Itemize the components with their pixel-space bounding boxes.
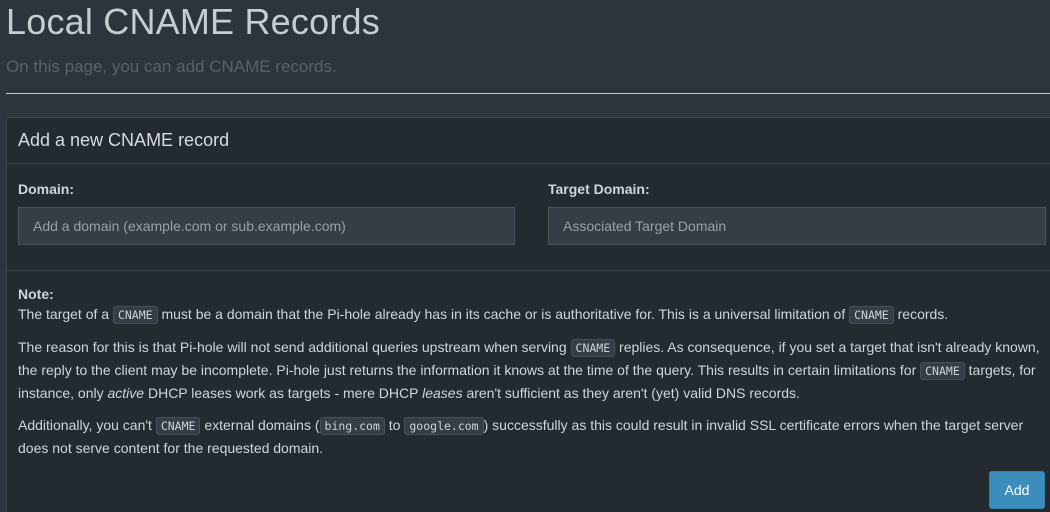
- note-label: Note:: [18, 286, 54, 302]
- code-bing: bing.com: [319, 417, 385, 435]
- code-google: google.com: [404, 417, 484, 435]
- note-text: records.: [893, 306, 949, 322]
- note-text: Additionally, you can't: [18, 417, 156, 433]
- box-header: Add a new CNAME record: [7, 118, 1050, 164]
- domain-input[interactable]: [18, 207, 515, 245]
- note-paragraph-3: Additionally, you can't CNAME external d…: [18, 414, 1050, 459]
- page-title: Local CNAME Records: [6, 1, 380, 42]
- code-cname: CNAME: [920, 362, 965, 380]
- page: Local CNAME Records On this page, you ca…: [0, 0, 1050, 512]
- note-text: DHCP leases work as targets - mere DHCP: [144, 385, 423, 401]
- note-text: The target of a: [18, 306, 113, 322]
- code-cname: CNAME: [570, 339, 616, 357]
- note-paragraph-2: The reason for this is that Pi-hole will…: [18, 336, 1050, 404]
- note-text: to: [384, 417, 405, 433]
- target-domain-input[interactable]: [548, 207, 1046, 245]
- add-button[interactable]: Add: [989, 471, 1045, 509]
- code-cname: CNAME: [849, 306, 894, 324]
- emphasis-leases: leases: [422, 385, 463, 401]
- domain-field-group: Domain:: [18, 180, 515, 245]
- target-domain-label: Target Domain:: [548, 181, 650, 197]
- page-subtitle: On this page, you can add CNAME records.: [6, 57, 337, 76]
- note-text: aren't sufficient as they aren't (yet) v…: [462, 385, 800, 401]
- box-title: Add a new CNAME record: [18, 130, 230, 150]
- add-cname-box: Add a new CNAME record Domain: Target Do…: [6, 117, 1050, 512]
- cname-form: Domain: Target Domain:: [7, 164, 1050, 271]
- code-cname: CNAME: [112, 306, 158, 324]
- note-text: external domains (: [200, 417, 320, 433]
- note-section: Note: The target of a CNAME must be a do…: [7, 271, 1050, 459]
- note-text: must be a domain that the Pi-hole alread…: [157, 306, 850, 322]
- code-cname: CNAME: [155, 417, 201, 435]
- note-text: The reason for this is that Pi-hole will…: [18, 339, 571, 355]
- note-paragraph-1: The target of a CNAME must be a domain t…: [18, 303, 1050, 326]
- page-header: Local CNAME Records On this page, you ca…: [6, 0, 1050, 94]
- target-field-group: Target Domain:: [548, 180, 1046, 245]
- domain-label: Domain:: [18, 181, 74, 197]
- emphasis-active: active: [107, 385, 145, 401]
